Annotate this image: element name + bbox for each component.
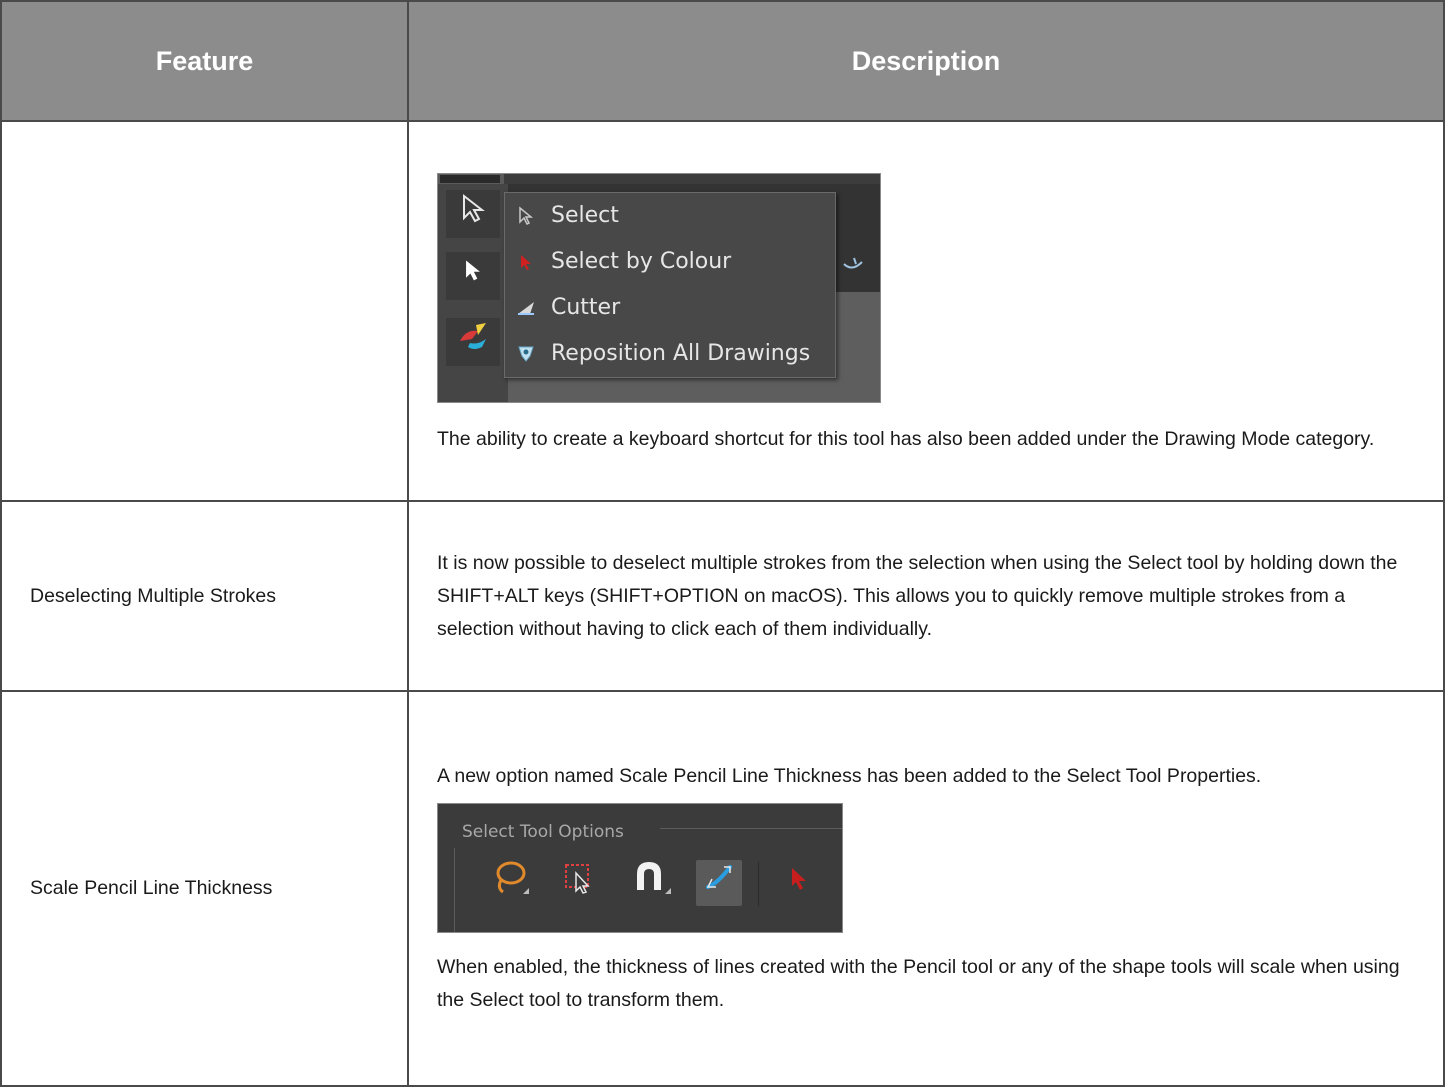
description-cell: Select Select by Colour Cutter Repositio… [407,120,1445,502]
select-box-icon [562,861,596,906]
paint-brush-icon [456,319,490,364]
menu-item-select[interactable]: Select [515,193,619,239]
snap-button[interactable] [628,860,674,906]
table-row: Deselecting Multiple Strokes It is now p… [0,500,1445,692]
menu-item-select-by-colour[interactable]: Select by Colour [515,239,731,285]
snap-magnet-icon [631,858,671,909]
description-paragraph: When enabled, the thickness of lines cre… [437,956,1400,1011]
paint-tool-button[interactable] [446,317,500,366]
description-cell: It is now possible to deselect multiple … [407,500,1445,692]
header-description: Description [407,0,1445,122]
table-header-row: Feature Description [0,0,1445,122]
select-tool-button[interactable] [446,189,500,238]
lasso-button[interactable] [486,860,532,906]
feature-cell: Deselecting Multiple Strokes [0,500,409,692]
reposition-drawings-icon [515,343,537,365]
description-paragraph: The ability to create a keyboard shortcu… [437,427,1375,450]
description-paragraph: It is now possible to deselect multiple … [437,551,1398,640]
description-cell: A new option named Scale Pencil Line Thi… [407,690,1445,1087]
select-arrow-icon [458,193,488,234]
description-paragraph: A new option named Scale Pencil Line Thi… [437,765,1262,787]
table-row: Select Select by Colour Cutter Repositio… [0,120,1445,502]
lasso-icon [489,858,529,909]
select-by-colour-button[interactable] [776,860,822,906]
select-arrow-icon [515,205,537,227]
feature-cell [0,120,409,502]
header-feature: Feature [0,0,409,122]
table-row: Scale Pencil Line Thickness A new option… [0,690,1445,1087]
select-by-colour-icon [515,251,537,273]
contour-arrow-icon [460,257,486,294]
select-menu-screenshot: Select Select by Colour Cutter Repositio… [437,172,881,403]
select-by-colour-icon [785,864,813,903]
scale-line-thickness-button[interactable] [696,860,742,906]
partial-icon [842,252,864,285]
menu-item-cutter[interactable]: Cutter [515,285,620,331]
feature-table: Feature Description Select Select by Col… [0,0,1445,1087]
select-tools-menu: Select Select by Colour Cutter Repositio… [504,191,836,378]
select-tool-options-screenshot: Select Tool Options [437,803,843,933]
menu-item-reposition-all-drawings[interactable]: Reposition All Drawings [515,331,810,377]
scale-line-thickness-icon [702,861,736,906]
contour-editor-button[interactable] [446,251,500,300]
feature-cell: Scale Pencil Line Thickness [0,690,409,1087]
tool-options-title: Select Tool Options [462,822,624,842]
cutter-icon [515,297,537,319]
select-box-button[interactable] [556,860,602,906]
